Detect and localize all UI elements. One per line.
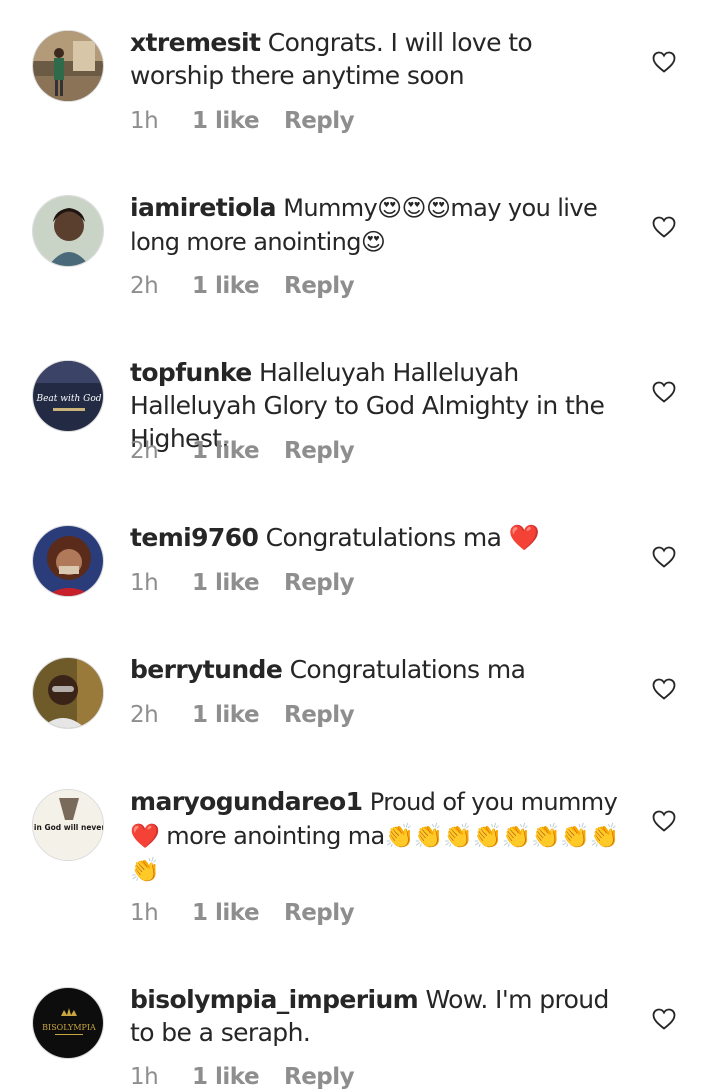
comment-meta: 2h 1 like Reply xyxy=(130,273,355,299)
comment-body: temi9760 Congratulations ma ❤️ xyxy=(130,521,625,554)
comment-body: iamiretiola Mummy😍😍😍may you live long mo… xyxy=(130,191,625,259)
avatar[interactable] xyxy=(32,30,104,102)
heart-outline-icon[interactable] xyxy=(652,1008,676,1030)
comment-username[interactable]: maryogundareo1 xyxy=(130,787,363,816)
avatar[interactable]: BISOLYMPIA xyxy=(32,987,104,1059)
comment-meta: 1h 1 like Reply xyxy=(130,570,355,596)
comment-username[interactable]: bisolympia_imperium xyxy=(130,985,419,1014)
comment-time: 1h xyxy=(130,1064,159,1090)
comment-time: 1h xyxy=(130,900,159,926)
comment-meta: 1h 1 like Reply xyxy=(130,900,355,926)
comment-username[interactable]: temi9760 xyxy=(130,523,259,552)
comment-meta: 1h 1 like Reply xyxy=(130,108,355,134)
comment-body: bisolympia_imperium Wow. I'm proud to be… xyxy=(130,983,625,1049)
comment-body: xtremesit Congrats. I will love to worsh… xyxy=(130,26,625,92)
comment-meta: 2h 1 like Reply xyxy=(130,438,355,464)
avatar-logo-text: Those who trust in God will never be dis… xyxy=(33,823,104,832)
comment-username[interactable]: iamiretiola xyxy=(130,193,276,222)
avatar[interactable] xyxy=(32,195,104,267)
avatar-logo-text: Beat with God xyxy=(35,394,101,404)
reply-button[interactable]: Reply xyxy=(284,900,355,926)
comment-likes[interactable]: 1 like xyxy=(192,702,284,728)
heart-outline-icon[interactable] xyxy=(652,216,676,238)
comment-body: berrytunde Congratulations ma xyxy=(130,653,625,686)
avatar-logo-text: BISOLYMPIA xyxy=(42,1023,96,1032)
reply-button[interactable]: Reply xyxy=(284,702,355,728)
comment-likes[interactable]: 1 like xyxy=(192,570,284,596)
comment-time: 2h xyxy=(130,273,159,299)
comment-meta: 2h 1 like Reply xyxy=(130,702,355,728)
reply-button[interactable]: Reply xyxy=(284,438,355,464)
avatar[interactable]: Those who trust in God will never be dis… xyxy=(32,789,104,861)
comment-likes[interactable]: 1 like xyxy=(192,1064,284,1090)
avatar[interactable] xyxy=(32,525,104,597)
avatar[interactable]: Beat with God xyxy=(32,360,104,432)
heart-outline-icon[interactable] xyxy=(652,381,676,403)
comment-meta: 1h 1 like Reply xyxy=(130,1064,355,1090)
comment-likes[interactable]: 1 like xyxy=(192,438,284,464)
comment-likes[interactable]: 1 like xyxy=(192,900,284,926)
comment-time: 1h xyxy=(130,570,159,596)
reply-button[interactable]: Reply xyxy=(284,108,355,134)
heart-outline-icon[interactable] xyxy=(652,810,676,832)
heart-outline-icon[interactable] xyxy=(652,678,676,700)
comment-time: 2h xyxy=(130,438,159,464)
reply-button[interactable]: Reply xyxy=(284,1064,355,1090)
comment-username[interactable]: xtremesit xyxy=(130,28,261,57)
comment-likes[interactable]: 1 like xyxy=(192,108,284,134)
comment-body: maryogundareo1 Proud of you mummy ❤️ mor… xyxy=(130,785,625,887)
comment-text: Congratulations ma xyxy=(289,655,526,684)
comment-likes[interactable]: 1 like xyxy=(192,273,284,299)
comment-username[interactable]: berrytunde xyxy=(130,655,283,684)
comment-text: Congratulations ma ❤️ xyxy=(265,523,540,552)
comment-time: 1h xyxy=(130,108,159,134)
reply-button[interactable]: Reply xyxy=(284,570,355,596)
comment-username[interactable]: topfunke xyxy=(130,358,252,387)
heart-outline-icon[interactable] xyxy=(652,546,676,568)
comment-time: 2h xyxy=(130,702,159,728)
avatar[interactable] xyxy=(32,657,104,729)
reply-button[interactable]: Reply xyxy=(284,273,355,299)
heart-outline-icon[interactable] xyxy=(652,51,676,73)
